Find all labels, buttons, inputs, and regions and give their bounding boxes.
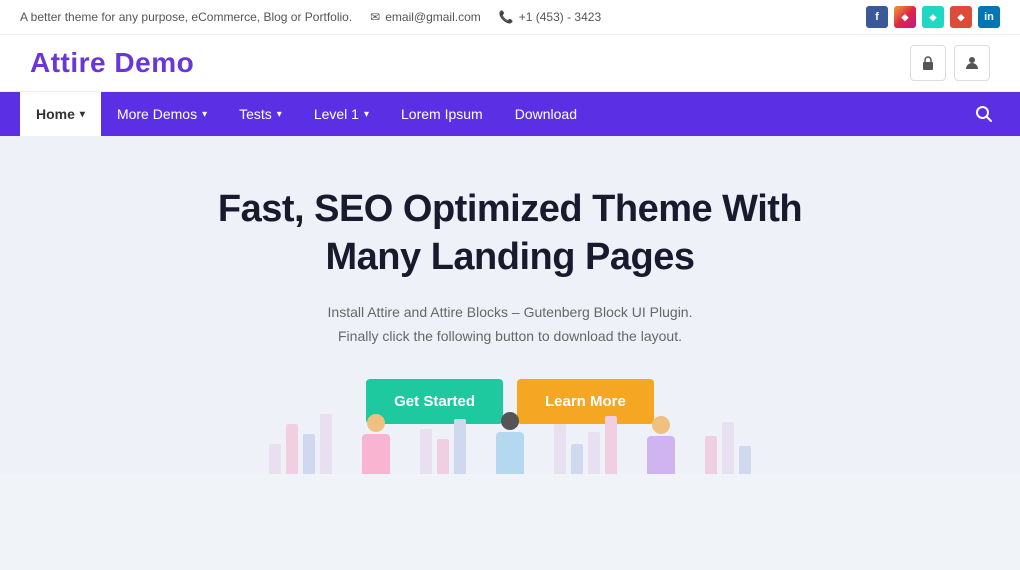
site-header: Attire Demo [0,35,1020,92]
figure-body-1 [362,434,390,474]
bar [605,416,617,474]
bar [739,446,751,474]
nav-lorem-label: Lorem Ipsum [401,106,483,122]
nav-item-more-demos[interactable]: More Demos ▾ [101,92,223,136]
instagram-icon[interactable]: ◆ [894,6,916,28]
bar-group-1 [269,404,332,474]
bar [269,444,281,474]
diamond-icon[interactable]: ◆ [922,6,944,28]
bar-group-2 [420,404,466,474]
phone-icon: 📞 [499,10,514,24]
illustration-row [0,394,1020,474]
bar-group-3 [554,404,617,474]
bar-group-4 [705,404,751,474]
bar [420,429,432,474]
bar [286,424,298,474]
nav-level1-chevron: ▾ [364,109,369,120]
phone-contact: 📞 +1 (453) - 3423 [499,10,601,24]
header-action-icons [910,45,990,81]
figure-head-1 [367,414,385,432]
bar [554,424,566,474]
linkedin-icon[interactable]: in [978,6,1000,28]
bar [588,432,600,474]
figure-head-3 [652,416,670,434]
lock-icon [920,55,936,71]
bar [320,414,332,474]
nav-item-lorem[interactable]: Lorem Ipsum [385,92,499,136]
bar [722,422,734,474]
nav-item-tests[interactable]: Tests ▾ [223,92,298,136]
hero-subtitle-line1: Install Attire and Attire Blocks – Guten… [328,304,693,320]
figure-body-3 [647,436,675,474]
top-bar-left: A better theme for any purpose, eCommerc… [20,10,601,24]
nav-item-home[interactable]: Home ▾ [20,92,101,136]
nav-search-button[interactable] [968,98,1000,130]
nav-tests-label: Tests [239,106,272,122]
nav-item-download[interactable]: Download [499,92,593,136]
hero-subtitle: Install Attire and Attire Blocks – Guten… [328,301,693,349]
lock-button[interactable] [910,45,946,81]
facebook-icon[interactable]: f [866,6,888,28]
social-icons: f ◆ ◆ ◆ in [866,6,1000,28]
nav-more-demos-chevron: ▾ [202,109,207,120]
email-icon: ✉ [370,10,380,24]
nav-more-demos-label: More Demos [117,106,197,122]
user-icon [964,55,980,71]
figure-2 [496,412,524,474]
bar [437,439,449,474]
bar [454,419,466,474]
bar [303,434,315,474]
email-address: email@gmail.com [385,10,481,24]
bar [705,436,717,474]
email-contact: ✉ email@gmail.com [370,10,481,24]
figure-3 [647,416,675,474]
hero-section: Fast, SEO Optimized Theme With Many Land… [0,136,1020,474]
search-icon [975,105,993,123]
user-button[interactable] [954,45,990,81]
hero-title: Fast, SEO Optimized Theme With Many Land… [200,186,820,281]
bar [571,444,583,474]
nav-level1-label: Level 1 [314,106,359,122]
navbar: Home ▾ More Demos ▾ Tests ▾ Level 1 ▾ Lo… [0,92,1020,136]
nav-items: Home ▾ More Demos ▾ Tests ▾ Level 1 ▾ Lo… [20,92,593,136]
phone-number: +1 (453) - 3423 [519,10,601,24]
hero-subtitle-line2: Finally click the following button to do… [338,328,682,344]
figure-head-2 [501,412,519,430]
nav-home-chevron: ▾ [80,109,85,120]
tagline: A better theme for any purpose, eCommerc… [20,10,352,24]
googleplus-icon[interactable]: ◆ [950,6,972,28]
nav-tests-chevron: ▾ [277,109,282,120]
nav-download-label: Download [515,106,577,122]
figure-body-2 [496,432,524,474]
nav-item-level1[interactable]: Level 1 ▾ [298,92,385,136]
site-logo[interactable]: Attire Demo [30,47,194,79]
top-bar: A better theme for any purpose, eCommerc… [0,0,1020,35]
nav-home-label: Home [36,106,75,122]
figure-1 [362,414,390,474]
